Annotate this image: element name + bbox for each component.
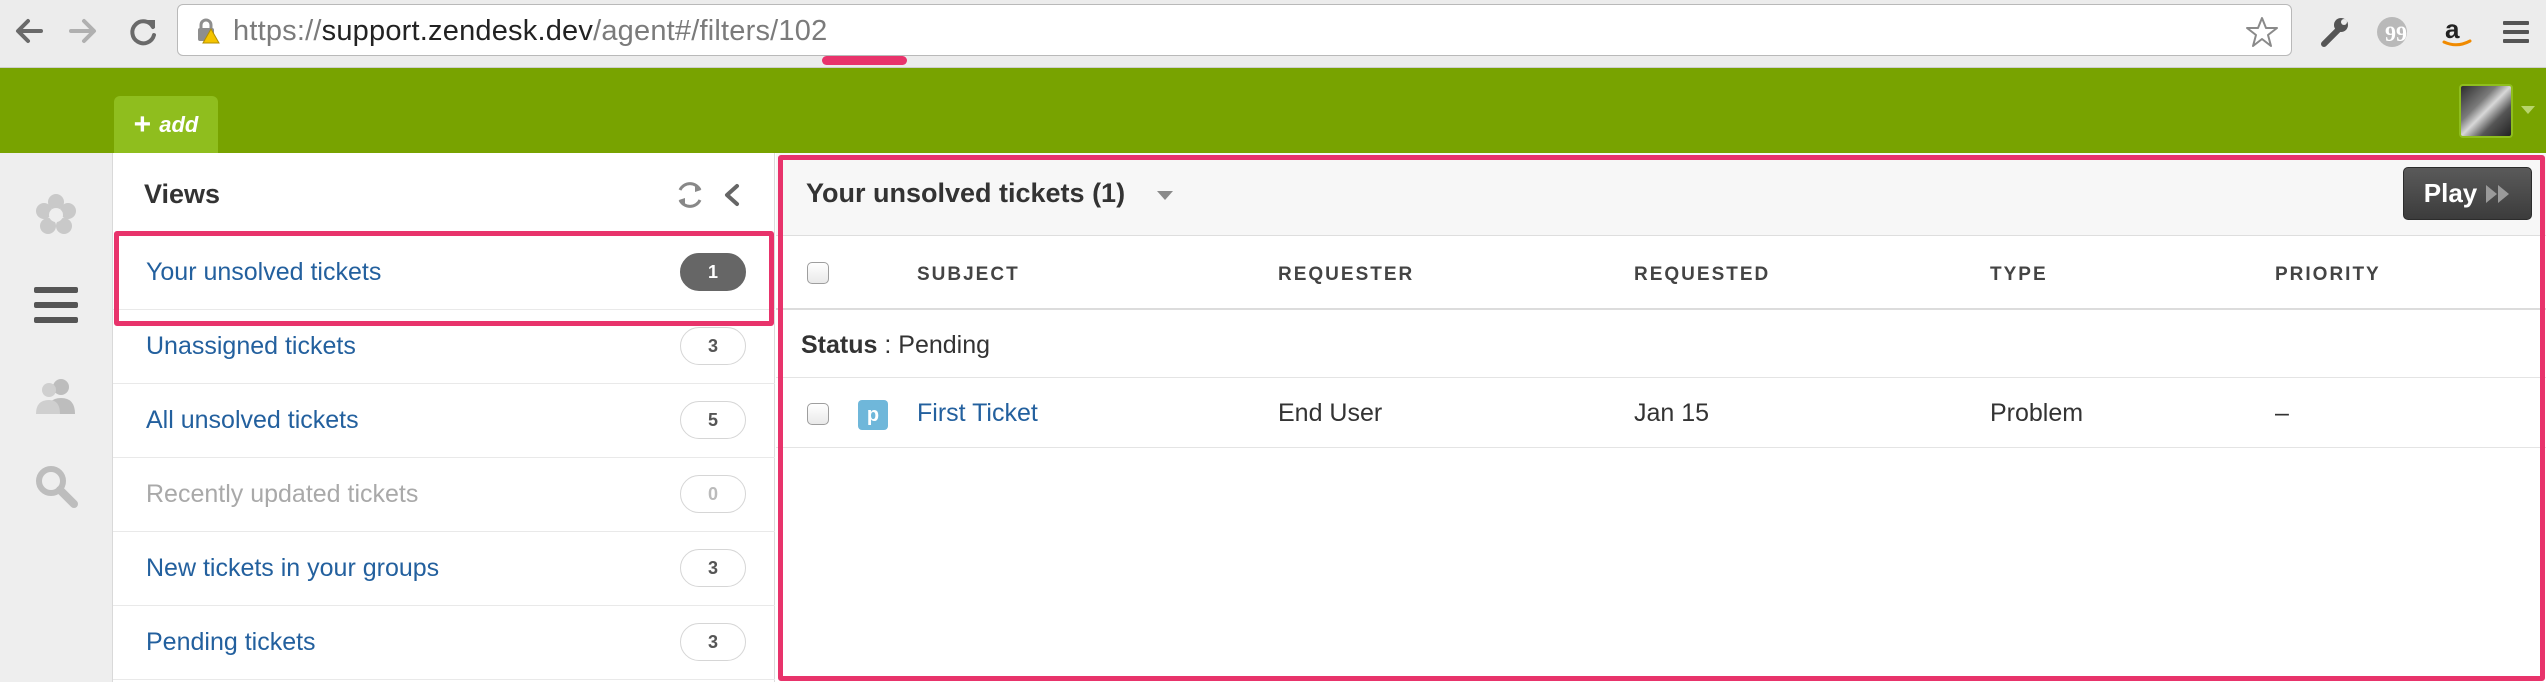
- svg-text:99: 99: [2385, 21, 2407, 46]
- url-path: /agent#/filters/102: [593, 15, 828, 47]
- refresh-views-icon[interactable]: [673, 178, 707, 212]
- view-item-all-unsolved[interactable]: All unsolved tickets 5: [113, 384, 775, 458]
- user-avatar[interactable]: [2459, 84, 2513, 138]
- wrench-icon[interactable]: [2314, 12, 2354, 52]
- customers-icon[interactable]: [28, 368, 84, 424]
- reload-icon: [130, 19, 156, 46]
- reload-button[interactable]: [118, 8, 168, 54]
- active-view-highlight: [114, 231, 774, 326]
- avatar-caret-icon[interactable]: [2521, 106, 2535, 114]
- url-highlight-underline: [822, 56, 907, 65]
- view-count-badge: 3: [680, 623, 746, 661]
- view-label: All unsolved tickets: [146, 406, 359, 434]
- forward-arrow-icon: [69, 19, 96, 43]
- view-item-recently-updated[interactable]: Recently updated tickets 0: [113, 458, 775, 532]
- view-item-pending[interactable]: Pending tickets 3: [113, 606, 775, 680]
- view-label: Pending tickets: [146, 628, 316, 656]
- view-count-badge: 5: [680, 401, 746, 439]
- view-label: New tickets in your groups: [146, 554, 440, 582]
- amazon-icon[interactable]: a: [2437, 12, 2477, 52]
- view-count-badge: 0: [680, 475, 746, 513]
- back-button[interactable]: [4, 8, 54, 54]
- plus-icon: +: [133, 107, 152, 141]
- browser-toolbar: https://support.zendesk.dev/agent#/filte…: [0, 0, 2546, 68]
- bookmark-star-icon[interactable]: [2245, 15, 2279, 49]
- svg-text:a: a: [2445, 14, 2460, 44]
- address-bar[interactable]: https://support.zendesk.dev/agent#/filte…: [177, 4, 2292, 56]
- view-label: Recently updated tickets: [146, 480, 419, 508]
- view-label: Unassigned tickets: [146, 332, 356, 360]
- add-label: add: [159, 111, 199, 137]
- view-count-badge: 3: [680, 327, 746, 365]
- url-scheme: https://: [233, 15, 322, 47]
- warning-lock-icon: [198, 18, 220, 44]
- views-title: Views: [144, 179, 221, 209]
- left-nav-rail: [0, 153, 113, 682]
- url-host: support.zendesk.dev: [321, 15, 594, 47]
- quote-extension-icon[interactable]: 99: [2372, 12, 2412, 52]
- add-button[interactable]: + add: [114, 96, 218, 153]
- app-top-bar: [0, 68, 2546, 153]
- views-menu-icon[interactable]: [28, 277, 84, 333]
- view-item-new-in-groups[interactable]: New tickets in your groups 3: [113, 532, 775, 606]
- url-text: https://support.zendesk.dev/agent#/filte…: [233, 15, 827, 48]
- collapse-panel-icon[interactable]: [719, 178, 745, 212]
- zendesk-logo-icon[interactable]: [28, 187, 84, 243]
- ticket-panel-highlight: [778, 155, 2545, 681]
- view-count-badge: 3: [680, 549, 746, 587]
- browser-menu-icon[interactable]: [2496, 12, 2536, 52]
- back-arrow-icon: [16, 19, 43, 43]
- forward-button[interactable]: [58, 8, 108, 54]
- search-icon[interactable]: [28, 458, 84, 514]
